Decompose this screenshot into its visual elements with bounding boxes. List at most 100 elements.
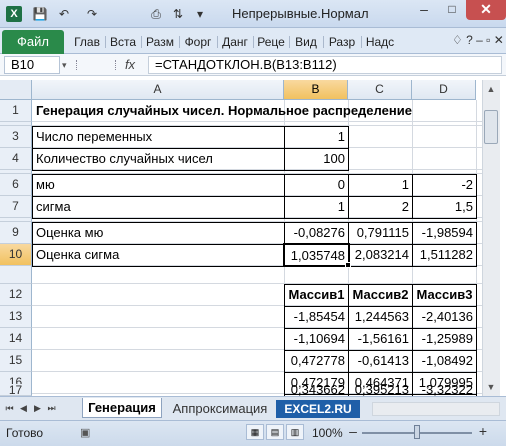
zoom-level[interactable]: 100%: [312, 426, 343, 440]
first-sheet-icon[interactable]: ⏮: [4, 402, 15, 414]
row-header-4[interactable]: 4: [0, 148, 32, 170]
maximize-button[interactable]: □: [438, 0, 466, 20]
row-header-14[interactable]: 14: [0, 328, 32, 350]
tab-page-layout[interactable]: Разм: [142, 30, 178, 54]
cell-b9[interactable]: -0,08276: [285, 222, 348, 244]
row-header-12[interactable]: 12: [0, 284, 32, 306]
window-title: Непрерывные.Нормал: [232, 6, 369, 21]
cell-c13[interactable]: 1,244563: [349, 306, 412, 328]
row-header-9[interactable]: 9: [0, 222, 32, 244]
cell-d10[interactable]: 1,511282: [413, 244, 476, 266]
column-header-d[interactable]: D: [412, 80, 476, 100]
last-sheet-icon[interactable]: ⏭: [46, 402, 57, 414]
cell-c9[interactable]: 0,791115: [349, 222, 412, 244]
cell-b12-header[interactable]: Массив1: [285, 284, 348, 306]
print-preview-icon[interactable]: ⎙: [148, 6, 164, 22]
scroll-up-arrow-icon[interactable]: ▲: [484, 82, 498, 96]
cell-a4[interactable]: Количество случайных чисел: [33, 148, 216, 170]
save-icon[interactable]: 💾: [32, 6, 48, 22]
row-header-10[interactable]: 10: [0, 244, 32, 266]
cell-d9[interactable]: -1,98594: [413, 222, 476, 244]
name-box[interactable]: B10: [4, 56, 60, 74]
normal-view-icon[interactable]: ▦: [246, 424, 264, 440]
tab-review[interactable]: Реце: [254, 30, 288, 54]
cell-c6[interactable]: 1: [349, 174, 412, 196]
zoom-in-button[interactable]: +: [476, 424, 490, 440]
cell-c15[interactable]: -0,61413: [349, 350, 412, 372]
row-header-7[interactable]: 7: [0, 196, 32, 218]
tab-data[interactable]: Данг: [218, 30, 252, 54]
horizontal-scrollbar[interactable]: [372, 402, 500, 416]
sort-icon[interactable]: ⇅: [170, 6, 186, 22]
cell-a1-title[interactable]: Генерация случайных чисел. Нормальное ра…: [33, 100, 415, 122]
cell-b14[interactable]: -1,10694: [285, 328, 348, 350]
close-button[interactable]: ✕: [466, 0, 506, 20]
row-header-11[interactable]: [0, 266, 32, 284]
formula-bar-splitter[interactable]: [76, 60, 116, 70]
sheet-tab-generation[interactable]: Генерация: [82, 398, 162, 418]
cell-d14[interactable]: -1,25989: [413, 328, 476, 350]
cell-d7[interactable]: 1,5: [413, 196, 476, 218]
cell-a9[interactable]: Оценка мю: [33, 222, 106, 244]
cell-c17[interactable]: 0,395213: [349, 384, 412, 396]
page-break-view-icon[interactable]: ▥: [286, 424, 304, 440]
redo-icon[interactable]: ↷: [84, 6, 100, 22]
cell-b6[interactable]: 0: [285, 174, 348, 196]
name-box-dropdown-icon[interactable]: ▾: [62, 60, 67, 71]
tab-developer[interactable]: Разр: [324, 30, 360, 54]
cell-b4[interactable]: 100: [285, 148, 348, 170]
sheet-tab-excel2ru[interactable]: EXCEL2.RU: [276, 400, 360, 418]
column-header-b[interactable]: B: [284, 80, 348, 100]
cell-c10[interactable]: 2,083214: [349, 244, 412, 266]
cell-b17[interactable]: 0,343662: [285, 384, 348, 396]
ribbon-window-controls[interactable]: ♢ ? – ▫ ✕: [452, 33, 504, 47]
cell-b13[interactable]: -1,85454: [285, 306, 348, 328]
tab-formulas[interactable]: Форг: [180, 30, 216, 54]
row-header-15[interactable]: 15: [0, 350, 32, 372]
column-header-c[interactable]: C: [348, 80, 412, 100]
cell-b10-active[interactable]: 1,035748: [283, 243, 350, 267]
cell-b3[interactable]: 1: [285, 126, 348, 148]
column-header-a[interactable]: A: [32, 80, 284, 100]
file-tab[interactable]: Файл: [2, 30, 64, 54]
next-sheet-icon[interactable]: ▶: [32, 402, 43, 414]
cell-c12-header[interactable]: Массив2: [349, 284, 412, 306]
row-header-6[interactable]: 6: [0, 174, 32, 196]
cell-d13[interactable]: -2,40136: [413, 306, 476, 328]
vertical-scroll-thumb[interactable]: [484, 110, 498, 144]
cell-d12-header[interactable]: Массив3: [413, 284, 476, 306]
row-header-3[interactable]: 3: [0, 126, 32, 148]
row-header-17-label[interactable]: 17: [0, 384, 32, 396]
minimize-button[interactable]: –: [410, 0, 438, 20]
tab-view[interactable]: Вид: [290, 30, 322, 54]
excel-app-icon[interactable]: X: [6, 6, 22, 22]
cell-a7[interactable]: сигма: [33, 196, 74, 218]
tab-insert[interactable]: Вста: [106, 30, 140, 54]
tab-addins[interactable]: Надс: [362, 30, 398, 54]
insert-function-icon[interactable]: fx: [120, 56, 140, 74]
cell-c14[interactable]: -1,56161: [349, 328, 412, 350]
tab-home[interactable]: Глав: [70, 30, 104, 54]
zoom-slider-thumb[interactable]: [414, 425, 420, 439]
prev-sheet-icon[interactable]: ◀: [18, 402, 29, 414]
customize-toolbar-icon[interactable]: ▾: [192, 6, 208, 22]
macro-record-icon[interactable]: ▣: [80, 426, 90, 439]
cell-d17[interactable]: -3,32322: [413, 384, 476, 396]
page-layout-view-icon[interactable]: ▤: [266, 424, 284, 440]
row-header-1[interactable]: 1: [0, 100, 32, 122]
cell-d6[interactable]: -2: [413, 174, 476, 196]
undo-icon[interactable]: ↶: [56, 6, 72, 22]
formula-input[interactable]: =СТАНДОТКЛОН.В(B13:B112): [148, 56, 502, 74]
cell-c7[interactable]: 2: [349, 196, 412, 218]
sheet-tab-approximation[interactable]: Аппроксимация: [166, 400, 274, 418]
zoom-out-button[interactable]: –: [346, 424, 360, 440]
cell-a3[interactable]: Число переменных: [33, 126, 155, 148]
row-header-13[interactable]: 13: [0, 306, 32, 328]
cell-b7[interactable]: 1: [285, 196, 348, 218]
scroll-down-arrow-icon[interactable]: ▼: [484, 380, 498, 394]
select-all-corner[interactable]: [0, 80, 32, 100]
cell-d15[interactable]: -1,08492: [413, 350, 476, 372]
cell-a6[interactable]: мю: [33, 174, 58, 196]
cell-a10[interactable]: Оценка сигма: [33, 244, 122, 266]
cell-b15[interactable]: 0,472778: [285, 350, 348, 372]
